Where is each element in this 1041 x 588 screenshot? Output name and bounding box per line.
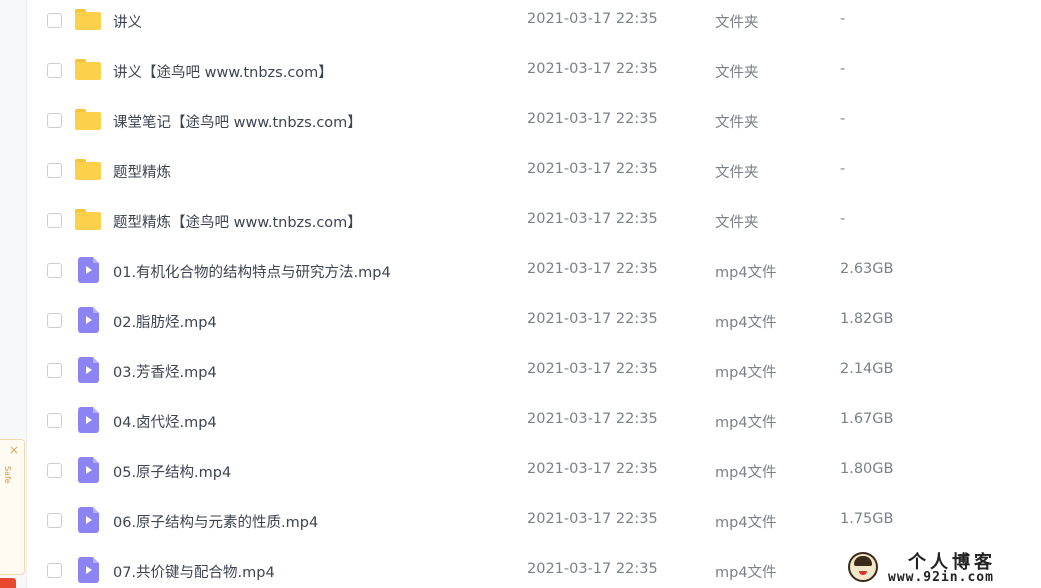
file-size: 2.63GB bbox=[840, 261, 894, 277]
row-checkbox[interactable] bbox=[47, 113, 62, 128]
row-checkbox[interactable] bbox=[47, 413, 62, 428]
file-row[interactable]: 讲义 2021-03-17 22:35 文件夹 - bbox=[28, 0, 1041, 48]
row-checkbox[interactable] bbox=[47, 363, 62, 378]
file-name[interactable]: 04.卤代烃.mp4 bbox=[113, 411, 217, 432]
modified-date: 2021-03-17 22:35 bbox=[527, 211, 658, 227]
video-file-icon bbox=[78, 507, 99, 533]
file-type: mp4文件 bbox=[715, 465, 777, 481]
file-row[interactable]: 03.芳香烃.mp4 2021-03-17 22:35 mp4文件 2.14GB bbox=[28, 348, 1041, 398]
watermark-url: www.92in.com bbox=[888, 570, 994, 585]
file-name[interactable]: 题型精炼【途鸟吧 www.tnbzs.com】 bbox=[113, 211, 362, 232]
video-file-icon bbox=[78, 457, 99, 483]
file-size: 1.80GB bbox=[840, 461, 894, 477]
file-row[interactable]: 题型精炼 2021-03-17 22:35 文件夹 - bbox=[28, 148, 1041, 198]
modified-date: 2021-03-17 22:35 bbox=[527, 561, 658, 577]
file-name[interactable]: 讲义【途鸟吧 www.tnbzs.com】 bbox=[113, 61, 333, 82]
file-name[interactable]: 讲义 bbox=[113, 11, 142, 32]
modified-date: 2021-03-17 22:35 bbox=[527, 111, 658, 127]
modified-date: 2021-03-17 22:35 bbox=[527, 11, 658, 27]
row-checkbox[interactable] bbox=[47, 263, 62, 278]
modified-date: 2021-03-17 22:35 bbox=[527, 411, 658, 427]
file-row[interactable]: 02.脂肪烃.mp4 2021-03-17 22:35 mp4文件 1.82GB bbox=[28, 298, 1041, 348]
file-type: 文件夹 bbox=[715, 165, 759, 181]
row-checkbox[interactable] bbox=[47, 13, 62, 28]
folder-icon bbox=[75, 59, 101, 80]
file-row[interactable]: 06.原子结构与元素的性质.mp4 2021-03-17 22:35 mp4文件 1.… bbox=[28, 498, 1041, 548]
file-row[interactable]: 01.有机化合物的结构特点与研究方法.mp4 2021-03-17 22:35 mp… bbox=[28, 248, 1041, 298]
file-type: 文件夹 bbox=[715, 115, 759, 131]
file-size: 1.67GB bbox=[840, 411, 894, 427]
video-file-icon bbox=[78, 307, 99, 333]
row-checkbox[interactable] bbox=[47, 463, 62, 478]
folder-icon bbox=[75, 109, 101, 130]
file-manager: × Safe 讲义 2021-03-17 22:35 文件夹 - 讲义【途鸟吧 www.… bbox=[0, 0, 1041, 588]
file-size: - bbox=[840, 161, 846, 177]
folder-icon bbox=[75, 159, 101, 180]
file-size: 1.75GB bbox=[840, 511, 894, 527]
folder-icon bbox=[75, 209, 101, 230]
file-row[interactable]: 05.原子结构.mp4 2021-03-17 22:35 mp4文件 1.80GB bbox=[28, 448, 1041, 498]
watermark: 个人博客 www.92in.com bbox=[846, 548, 1041, 588]
row-checkbox[interactable] bbox=[47, 63, 62, 78]
row-checkbox[interactable] bbox=[47, 163, 62, 178]
file-row[interactable]: 课堂笔记【途鸟吧 www.tnbzs.com】 2021-03-17 22:35 文… bbox=[28, 98, 1041, 148]
file-size: 1.82GB bbox=[840, 311, 894, 327]
file-name[interactable]: 06.原子结构与元素的性质.mp4 bbox=[113, 511, 318, 532]
file-size: 2.14GB bbox=[840, 361, 894, 377]
red-badge[interactable] bbox=[0, 578, 16, 588]
file-size: - bbox=[840, 61, 846, 77]
file-list: 讲义 2021-03-17 22:35 文件夹 - 讲义【途鸟吧 www.tnbzs.c… bbox=[28, 0, 1041, 588]
file-name[interactable]: 03.芳香烃.mp4 bbox=[113, 361, 217, 382]
modified-date: 2021-03-17 22:35 bbox=[527, 311, 658, 327]
file-size: - bbox=[840, 11, 846, 27]
modified-date: 2021-03-17 22:35 bbox=[527, 261, 658, 277]
modified-date: 2021-03-17 22:35 bbox=[527, 461, 658, 477]
side-notification[interactable]: × Safe bbox=[0, 439, 25, 575]
file-type: 文件夹 bbox=[715, 65, 759, 81]
row-checkbox[interactable] bbox=[47, 213, 62, 228]
modified-date: 2021-03-17 22:35 bbox=[527, 61, 658, 77]
video-file-icon bbox=[78, 257, 99, 283]
modified-date: 2021-03-17 22:35 bbox=[527, 361, 658, 377]
modified-date: 2021-03-17 22:35 bbox=[527, 161, 658, 177]
file-type: mp4文件 bbox=[715, 365, 777, 381]
file-row[interactable]: 讲义【途鸟吧 www.tnbzs.com】 2021-03-17 22:35 文件夹… bbox=[28, 48, 1041, 98]
video-file-icon bbox=[78, 407, 99, 433]
file-type: mp4文件 bbox=[715, 265, 777, 281]
file-name[interactable]: 01.有机化合物的结构特点与研究方法.mp4 bbox=[113, 261, 391, 282]
file-row[interactable]: 04.卤代烃.mp4 2021-03-17 22:35 mp4文件 1.67GB bbox=[28, 398, 1041, 448]
folder-icon bbox=[75, 9, 101, 30]
avatar-icon bbox=[848, 552, 878, 582]
file-row[interactable]: 题型精炼【途鸟吧 www.tnbzs.com】 2021-03-17 22:35 文… bbox=[28, 198, 1041, 248]
file-size: - bbox=[840, 111, 846, 127]
row-checkbox[interactable] bbox=[47, 313, 62, 328]
file-type: mp4文件 bbox=[715, 415, 777, 431]
close-icon[interactable]: × bbox=[9, 444, 19, 456]
file-name[interactable]: 05.原子结构.mp4 bbox=[113, 461, 231, 482]
video-file-icon bbox=[78, 557, 99, 583]
modified-date: 2021-03-17 22:35 bbox=[527, 511, 658, 527]
file-type: mp4文件 bbox=[715, 315, 777, 331]
file-size: - bbox=[840, 211, 846, 227]
file-type: mp4文件 bbox=[715, 565, 777, 581]
row-checkbox[interactable] bbox=[47, 513, 62, 528]
video-file-icon bbox=[78, 357, 99, 383]
file-name[interactable]: 课堂笔记【途鸟吧 www.tnbzs.com】 bbox=[113, 111, 362, 132]
file-name[interactable]: 题型精炼 bbox=[113, 161, 171, 182]
notification-text: Safe bbox=[3, 466, 12, 484]
file-type: 文件夹 bbox=[715, 15, 759, 31]
file-name[interactable]: 02.脂肪烃.mp4 bbox=[113, 311, 217, 332]
file-name[interactable]: 07.共价键与配合物.mp4 bbox=[113, 561, 275, 582]
row-checkbox[interactable] bbox=[47, 563, 62, 578]
file-type: mp4文件 bbox=[715, 515, 777, 531]
file-type: 文件夹 bbox=[715, 215, 759, 231]
